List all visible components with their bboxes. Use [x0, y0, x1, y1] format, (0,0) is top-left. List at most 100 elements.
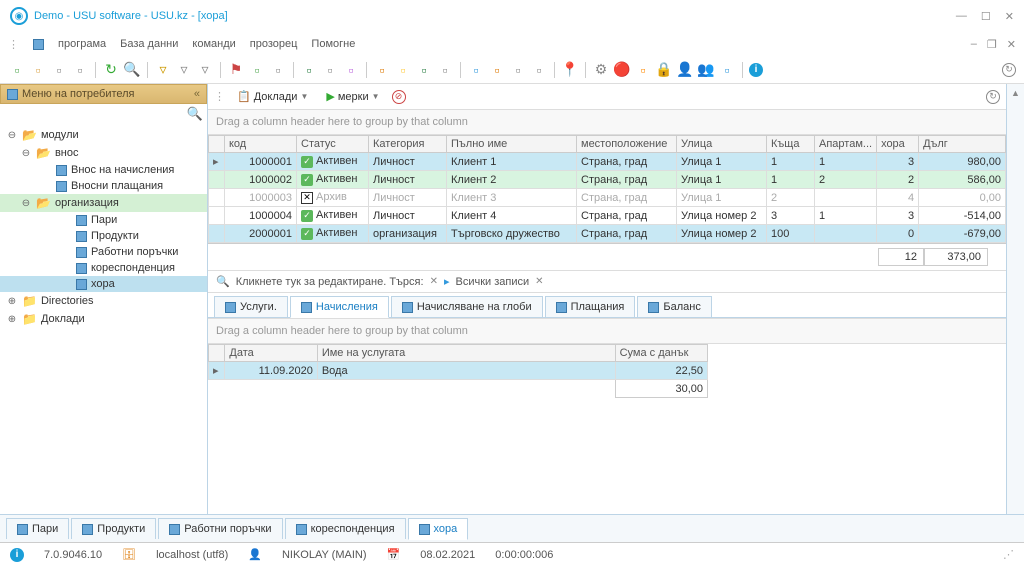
tree-correspondence[interactable]: кореспонденция	[0, 260, 207, 276]
grid-row[interactable]: 1000004✓ АктивенЛичностКлиент 4Страна, г…	[209, 207, 1006, 225]
doctab-products[interactable]: Продукти	[71, 518, 156, 539]
window-title: Demo - USU software - USU.kz - [хора]	[34, 10, 228, 22]
doctab-money[interactable]: Пари	[6, 518, 69, 539]
tb-gear-icon[interactable]: ⚙	[592, 61, 610, 79]
menu-window[interactable]: прозорец	[250, 38, 298, 50]
tab-services[interactable]: Услуги.	[214, 296, 288, 317]
tb-pin-icon[interactable]: 📍	[561, 61, 579, 79]
search-icon[interactable]: 🔍	[187, 106, 203, 122]
tree-import[interactable]: ⊖📂внос	[0, 144, 207, 162]
menu-database[interactable]: База данни	[120, 38, 178, 50]
menu-commands[interactable]: команди	[192, 38, 235, 50]
tb-color-icon[interactable]: 🔴	[613, 61, 631, 79]
reports-dropdown[interactable]: 📋Доклади▼	[231, 88, 314, 105]
statusbar: i 7.0.9046.10 🗄 localhost (utf8) 👤 NIKOL…	[0, 542, 1024, 566]
clear-filter-icon[interactable]: ✕	[535, 276, 543, 287]
sidebar-header-label: Меню на потребителя	[22, 88, 135, 100]
tb-brush-icon[interactable]: ▫	[718, 61, 736, 79]
resize-grip-icon[interactable]: ⋰	[1003, 548, 1014, 561]
tab-fines[interactable]: Начисляване на глоби	[391, 296, 543, 317]
window-controls: — ☐ ✕	[956, 10, 1014, 23]
detail-group-panel[interactable]: Drag a column header here to group by th…	[208, 319, 1006, 344]
tree-people[interactable]: хора	[0, 276, 207, 292]
tree-organization[interactable]: ⊖📂организация	[0, 194, 207, 212]
tree-modules[interactable]: ⊖📂модули	[0, 126, 207, 144]
tb-rss-icon[interactable]: ▫	[634, 61, 652, 79]
tb-edit-icon[interactable]: ▫	[50, 61, 68, 79]
tb-info-icon[interactable]: i	[749, 63, 763, 77]
tree-reports[interactable]: ⊕📁Доклади	[0, 310, 207, 328]
tree-money[interactable]: Пари	[0, 212, 207, 228]
tb-win-icon[interactable]: ▫	[467, 61, 485, 79]
doctab-people[interactable]: хора	[408, 518, 469, 540]
tb-new-icon[interactable]: ▫	[8, 61, 26, 79]
status-host: localhost (utf8)	[156, 549, 228, 561]
main-grid[interactable]: код Статус Категория Пълно име местополо…	[208, 135, 1006, 243]
tb-excel-icon[interactable]: ▫	[300, 61, 318, 79]
tab-balance[interactable]: Баланс	[637, 296, 711, 317]
tb-open-icon[interactable]: ▫	[29, 61, 47, 79]
search-bar[interactable]: 🔍 Кликнете тук за редактиране. Търся: ✕ …	[208, 270, 1006, 293]
refresh-icon[interactable]: ↻	[986, 90, 1000, 104]
book-icon	[7, 89, 18, 100]
doctab-correspondence[interactable]: кореспонденция	[285, 518, 406, 539]
actions-dropdown[interactable]: ▶мерки▼	[320, 88, 385, 105]
tree-directories[interactable]: ⊕📁Directories	[0, 292, 207, 310]
tb-wizard-icon[interactable]: ▫	[342, 61, 360, 79]
maximize-button[interactable]: ☐	[981, 10, 991, 23]
tb-search-icon[interactable]: 🔍	[123, 61, 141, 79]
tb-note-icon[interactable]: ▫	[394, 61, 412, 79]
tb-filter-icon[interactable]: ▿	[154, 61, 172, 79]
grid-row[interactable]: 1000003✕ АрхивЛичностКлиент 3Страна, гра…	[209, 189, 1006, 207]
sidebar: Меню на потребителя « 🔍 ⊖📂модули ⊖📂внос …	[0, 84, 208, 514]
grid-row[interactable]: 1000002✓ АктивенЛичностКлиент 2Страна, г…	[209, 171, 1006, 189]
mdi-minimize[interactable]: –	[971, 38, 977, 51]
tb-doc-icon[interactable]: ▫	[269, 61, 287, 79]
tree-import-payments[interactable]: Вносни плащания	[0, 178, 207, 194]
tb-lock-icon[interactable]: 🔒	[655, 61, 673, 79]
tb-refresh2-icon[interactable]: ↻	[1002, 63, 1016, 77]
tree-products[interactable]: Продукти	[0, 228, 207, 244]
doctab-workorders[interactable]: Работни поръчки	[158, 518, 282, 539]
sum-people: 12	[878, 248, 924, 266]
mdi-restore[interactable]: ❐	[987, 38, 997, 51]
tb-list-icon[interactable]: ▫	[436, 61, 454, 79]
detail-row[interactable]: ▸11.09.2020Вода22,50	[209, 362, 708, 380]
scroll-pane[interactable]: ▲	[1006, 84, 1024, 514]
minimize-button[interactable]: —	[956, 10, 967, 23]
clear-search-icon[interactable]: ✕	[430, 276, 438, 287]
tb-sort-icon[interactable]: ▿	[175, 61, 193, 79]
tb-image-icon[interactable]: ▫	[248, 61, 266, 79]
tree-import-accruals[interactable]: Внос на начисления	[0, 162, 207, 178]
tab-payments[interactable]: Плащания	[545, 296, 636, 317]
mdi-close[interactable]: ✕	[1007, 38, 1016, 51]
tb-user-icon[interactable]: 👤	[676, 61, 694, 79]
tb-users-icon[interactable]: 👥	[697, 61, 715, 79]
status-user: NIKOLAY (MAIN)	[282, 549, 367, 561]
grid-row[interactable]: ▸1000001✓ АктивенЛичностКлиент 1Страна, …	[209, 153, 1006, 171]
close-button[interactable]: ✕	[1005, 10, 1014, 23]
detail-grid[interactable]: ДатаИме на услугатаСума с данък ▸11.09.2…	[208, 344, 708, 398]
tb-flag-icon[interactable]: ⚑	[227, 61, 245, 79]
menubar: ⋮ програма База данни команди прозорец П…	[0, 32, 1024, 56]
group-panel[interactable]: Drag a column header here to group by th…	[208, 110, 1006, 135]
tb-refresh-icon[interactable]: ↻	[102, 61, 120, 79]
tb-copy-icon[interactable]: ▫	[71, 61, 89, 79]
tb-group-icon[interactable]: ▿	[196, 61, 214, 79]
collapse-icon[interactable]: «	[194, 88, 200, 100]
tab-accruals[interactable]: Начисления	[290, 296, 389, 318]
document-tabs: Пари Продукти Работни поръчки кореспонде…	[0, 514, 1024, 542]
tree-workorders[interactable]: Работни поръчки	[0, 244, 207, 260]
tb-tree-icon[interactable]: ▫	[509, 61, 527, 79]
tb-add-icon[interactable]: ▫	[373, 61, 391, 79]
status-info-icon[interactable]: i	[10, 548, 24, 562]
mdi-controls: – ❐ ✕	[971, 38, 1016, 51]
grid-row[interactable]: 2000001✓ АктивенорганизацияТърговско дру…	[209, 225, 1006, 243]
tb-box-icon[interactable]: ▫	[530, 61, 548, 79]
tb-export-icon[interactable]: ▫	[415, 61, 433, 79]
menu-program[interactable]: програма	[58, 38, 106, 50]
tb-grid-icon[interactable]: ▫	[321, 61, 339, 79]
tb-panel-icon[interactable]: ▫	[488, 61, 506, 79]
stop-icon[interactable]: ⊘	[392, 90, 406, 104]
menu-help[interactable]: Помогне	[311, 38, 355, 50]
